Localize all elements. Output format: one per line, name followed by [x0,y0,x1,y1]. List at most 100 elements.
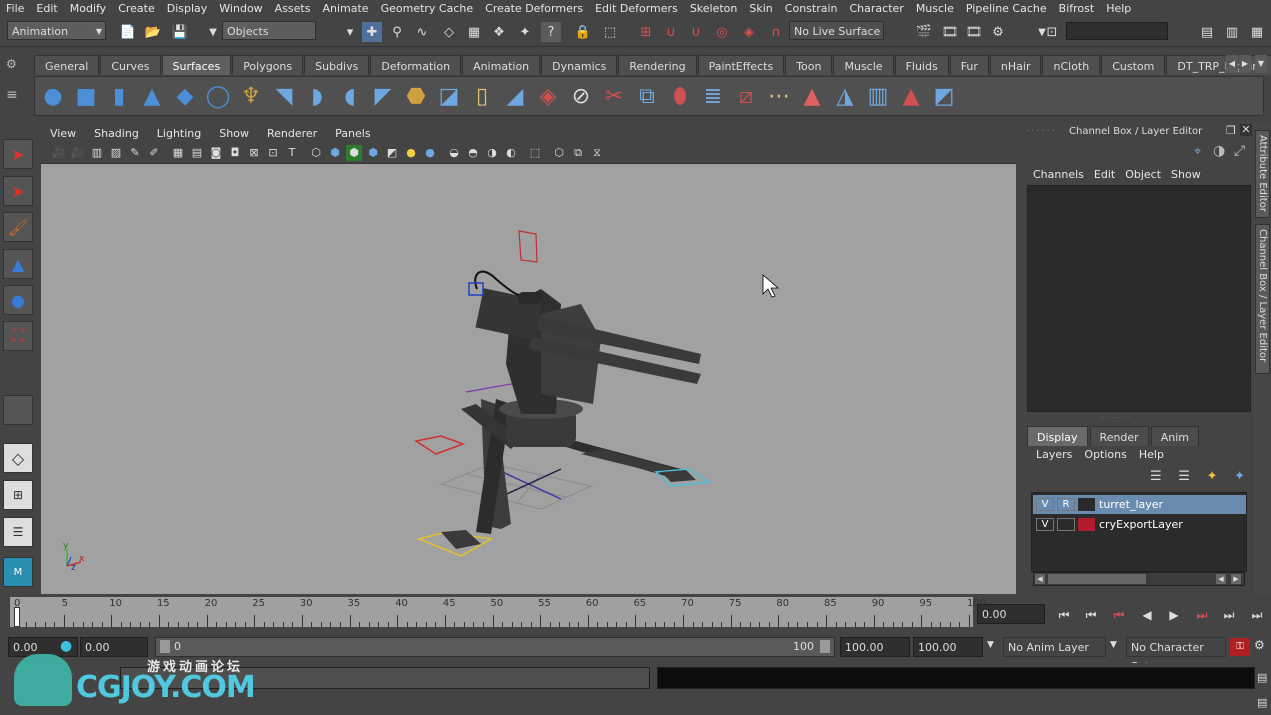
tab-general[interactable]: General [34,55,100,75]
ipr-render-icon[interactable]: 🎞 [964,22,984,42]
slow-fast-icon[interactable]: ⤢ [1234,143,1245,159]
wireframe-on-shaded-icon[interactable]: ⬢ [346,144,362,161]
menuset-dropdown[interactable]: Animation ▼ [7,21,106,40]
tab-subdivs[interactable]: Subdivs [304,55,370,75]
layer-menu-help[interactable]: Help [1133,448,1170,464]
field-chart-icon[interactable]: ⊠ [246,145,262,161]
highlight-selection-icon[interactable]: ⬚ [600,22,620,42]
detach-icon[interactable]: ≣ [698,80,728,112]
play-backwards-icon[interactable]: ◀ [1136,604,1158,626]
resolution-gate-icon[interactable]: ◙ [208,145,224,161]
range-end-handle[interactable] [820,640,830,653]
channel-box-area[interactable] [1027,185,1251,412]
menu-edit-deformers[interactable]: Edit Deformers [589,2,684,15]
revolve-icon[interactable]: ♆ [236,80,266,112]
select-by-hierarchy-icon[interactable]: ▾ [340,22,360,42]
speed-settings-icon[interactable]: ◑ [1213,143,1225,159]
select-deformer-icon[interactable]: ▦ [464,22,484,42]
render-settings-icon[interactable]: ⚙ [988,22,1008,42]
tab-rendering[interactable]: Rendering [618,55,697,75]
time-slider[interactable]: 0510152025303540455055606570758085909510… [10,597,986,627]
play-forwards-icon[interactable]: ▶ [1163,604,1185,626]
safe-action-icon[interactable]: ⊡ [265,145,281,161]
select-joint-icon[interactable]: ⚲ [387,22,407,42]
layer-color-swatch[interactable] [1078,518,1095,531]
viewport-menu-lighting[interactable]: Lighting [148,127,210,140]
layer-row[interactable]: VcryExportLayer [1033,515,1246,534]
snap-live-icon[interactable]: ◈ [739,22,759,42]
depth-of-field-icon[interactable]: ◐ [503,145,519,161]
wireframe-icon[interactable]: ⬡ [308,145,324,161]
move-layer-down-icon[interactable]: ☰ [1178,469,1190,489]
render-icon[interactable]: 🎞 [940,22,960,42]
step-back-frame-icon[interactable]: ⏮ [1108,604,1130,626]
manipulator-icon[interactable]: ⌖ [1194,144,1201,159]
move-layer-up-icon[interactable]: ☰ [1150,469,1162,489]
select-surface-icon[interactable]: ◇ [439,22,459,42]
cylinder-icon[interactable]: ▮ [104,80,134,112]
help-line-icon[interactable]: ▤ [1257,696,1267,709]
bevel-plus-icon[interactable]: ◢ [500,80,530,112]
planar-icon[interactable]: ◗ [302,80,332,112]
select-curve-icon[interactable]: ∿ [412,22,432,42]
menu-window[interactable]: Window [213,2,268,15]
extrude-icon[interactable]: ◖ [335,80,365,112]
move-tool-icon[interactable]: ▲ [3,249,33,279]
scroll-right-end-icon[interactable]: ◀ [1216,574,1226,584]
bookmarks-icon[interactable]: ▥ [89,145,105,161]
layer-visibility-toggle[interactable]: V [1036,518,1054,531]
step-forward-frame-icon[interactable]: ⏭ [1191,604,1213,626]
shelf-scroll-left-icon[interactable]: ◀ [1226,55,1238,73]
layer-reference-toggle[interactable]: R [1057,498,1075,511]
viewport-menu-show[interactable]: Show [210,127,258,140]
lock-selection-icon[interactable]: 🔒 [573,22,593,42]
single-perspective-layout-icon[interactable]: ◇ [3,443,33,473]
tab-curves[interactable]: Curves [100,55,161,75]
go-to-end-icon[interactable]: ⏭ [1246,604,1268,626]
textured-icon[interactable]: ◩ [384,145,400,161]
tab-nhair[interactable]: nHair [989,55,1042,75]
layer-row[interactable]: V Rturret_layer [1033,495,1246,514]
close-panel-icon[interactable]: ✕ [1240,124,1252,136]
selection-mode-dropdown[interactable]: Objects [222,21,316,40]
project-curve-icon[interactable]: ⊘ [566,80,596,112]
gate-mask-icon[interactable]: ◘ [227,145,243,161]
outliner-layout-icon[interactable]: ☰ [3,517,33,547]
isolate-select-icon[interactable]: ⬚ [527,145,543,161]
channel-menu-object[interactable]: Object [1120,168,1166,181]
open-scene-icon[interactable]: 📂 [143,22,163,42]
select-tool-icon[interactable]: ➤ [3,139,33,169]
viewport-menu-view[interactable]: View [41,127,85,140]
menu-create-deformers[interactable]: Create Deformers [479,2,589,15]
menu-edit[interactable]: Edit [30,2,63,15]
script-editor-icon[interactable]: ▤ [1257,671,1267,684]
boundary-icon[interactable]: ⬣ [401,80,431,112]
step-forward-key-icon[interactable]: ⏭ [1218,604,1240,626]
attach-icon[interactable]: ⬮ [665,80,695,112]
menu-assets[interactable]: Assets [269,2,317,15]
tab-polygons[interactable]: Polygons [232,55,304,75]
panel-splitter[interactable]: ·········· [1099,414,1149,422]
toggle-channel-box-icon[interactable]: ▦ [1247,22,1267,42]
tab-muscle[interactable]: Muscle [833,55,894,75]
cube-icon[interactable]: ■ [71,80,101,112]
grid-toggle-icon[interactable]: ▦ [170,145,186,161]
step-back-key-icon[interactable]: ⏮ [1080,604,1102,626]
menu-constrain[interactable]: Constrain [779,2,844,15]
tab-display[interactable]: Display [1027,426,1088,446]
xray-active-icon[interactable]: ⧉ [570,145,586,161]
menu-skeleton[interactable]: Skeleton [684,2,744,15]
menu-pipeline-cache[interactable]: Pipeline Cache [960,2,1053,15]
torus-icon[interactable]: ◯ [203,80,233,112]
tab-fur[interactable]: Fur [949,55,989,75]
layer-list-scrollbar[interactable]: ◀ ◀ ▶ [1033,572,1245,586]
input-line-field[interactable] [1066,22,1168,40]
perspective-viewport[interactable]: y x z [41,164,1016,594]
input-line-icon[interactable]: ⊡ [1042,22,1062,42]
new-layer-from-selection-icon[interactable]: ✦ [1234,469,1245,489]
plane-icon[interactable]: ◆ [170,80,200,112]
menu-help[interactable]: Help [1100,2,1137,15]
menu-modify[interactable]: Modify [64,2,112,15]
shelf-menu-dropdown-icon[interactable]: ▼ [1255,55,1267,73]
cone-icon[interactable]: ▲ [137,80,167,112]
